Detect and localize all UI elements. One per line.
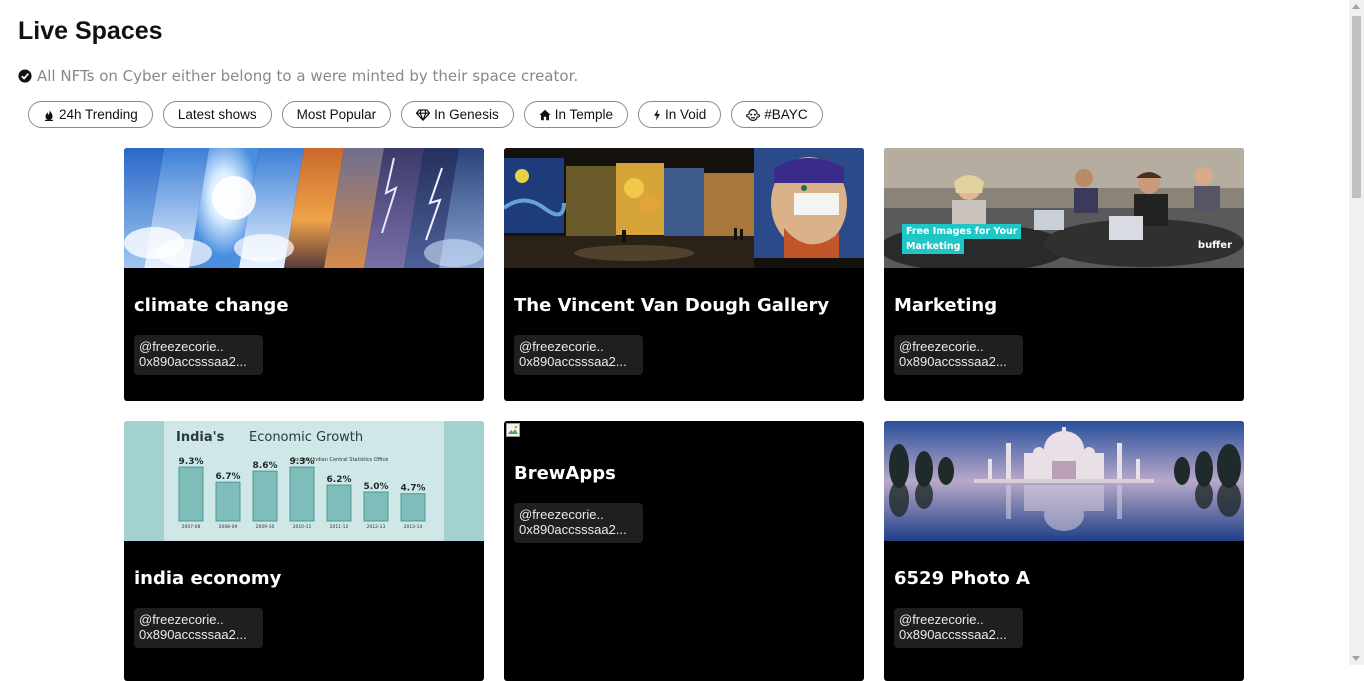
bar-value-label: 4.7%	[401, 484, 426, 494]
bar	[178, 466, 204, 522]
owner-address: 0x890accsssaa2...	[139, 627, 247, 642]
filter-bayc[interactable]: #BAYC	[731, 101, 823, 128]
space-card[interactable]: climate change @freezecorie.. 0x890accss…	[124, 148, 484, 401]
economic-growth-chart-image: India's Economic Growth Source: Indian C…	[124, 421, 484, 541]
flame-icon	[45, 109, 53, 121]
taj-mahal-image	[884, 421, 1244, 541]
scroll-up-arrow-icon[interactable]	[1352, 4, 1360, 9]
bolt-icon	[654, 108, 660, 121]
ape-icon	[746, 108, 761, 121]
space-card[interactable]: 6529 Photo A @freezecorie.. 0x890accsssa…	[884, 421, 1244, 681]
check-circle-icon	[18, 69, 32, 83]
bar-year-label: 2007-08	[182, 524, 201, 530]
filter-bar: 24h Trending Latest shows Most Popular I…	[28, 101, 823, 128]
filter-label: #BAYC	[764, 107, 808, 122]
chart-title-rest: Economic Growth	[249, 430, 363, 445]
space-title: BrewApps	[514, 463, 616, 484]
owner-address: 0x890accsssaa2...	[139, 354, 247, 369]
owner-badge[interactable]: @freezecorie.. 0x890accsssaa2...	[894, 335, 1023, 375]
bar-value-label: 9.3%	[179, 457, 204, 467]
scroll-down-arrow-icon[interactable]	[1352, 656, 1360, 661]
page-title: Live Spaces	[18, 17, 163, 45]
space-title: 6529 Photo A	[894, 568, 1030, 589]
owner-handle: @freezecorie..	[899, 339, 984, 354]
owner-badge[interactable]: @freezecorie.. 0x890accsssaa2...	[134, 608, 263, 648]
bar	[400, 493, 426, 522]
broken-image-icon	[506, 423, 520, 437]
home-icon	[539, 109, 551, 120]
owner-handle: @freezecorie..	[139, 339, 224, 354]
filter-label: In Void	[665, 107, 707, 122]
bar	[289, 466, 315, 522]
bar-value-label: 6.2%	[327, 475, 352, 485]
filter-latest-shows[interactable]: Latest shows	[162, 101, 272, 128]
bar	[252, 470, 278, 522]
space-card[interactable]: The Vincent Van Dough Gallery @freezecor…	[504, 148, 864, 401]
bar-year-label: 2012-13	[367, 524, 386, 530]
chart-title-bold: India's	[176, 430, 225, 445]
bar-year-label: 2009-10	[256, 524, 275, 530]
space-card[interactable]: Free Images for Your Marketing buffer Ma…	[884, 148, 1244, 401]
filter-in-genesis[interactable]: In Genesis	[401, 101, 514, 128]
bar	[326, 484, 352, 522]
bar-year-label: 2008-09	[219, 524, 238, 530]
filter-most-popular[interactable]: Most Popular	[281, 101, 392, 128]
owner-badge[interactable]: @freezecorie.. 0x890accsssaa2...	[894, 608, 1023, 648]
marketing-meeting-image: Free Images for Your Marketing buffer	[884, 148, 1244, 268]
bar	[215, 481, 241, 522]
bar-value-label: 8.6%	[253, 461, 278, 471]
owner-handle: @freezecorie..	[519, 507, 604, 522]
thumb-caption: Free Images for Your Marketing	[902, 224, 1022, 254]
bar-value-label: 5.0%	[364, 482, 389, 492]
owner-address: 0x890accsssaa2...	[899, 627, 1007, 642]
owner-handle: @freezecorie..	[519, 339, 604, 354]
space-card[interactable]: India's Economic Growth Source: Indian C…	[124, 421, 484, 681]
space-card[interactable]: BrewApps @freezecorie.. 0x890accsssaa2..…	[504, 421, 864, 681]
bar-year-label: 2013-14	[404, 524, 423, 530]
filter-in-void[interactable]: In Void	[638, 101, 722, 128]
space-title: climate change	[134, 295, 289, 316]
owner-address: 0x890accsssaa2...	[899, 354, 1007, 369]
bar	[363, 491, 389, 522]
owner-badge[interactable]: @freezecorie.. 0x890accsssaa2...	[514, 503, 643, 543]
bar-year-label: 2010-11	[293, 524, 312, 530]
buffer-logo: buffer	[1197, 240, 1232, 251]
vertical-scrollbar[interactable]	[1349, 0, 1364, 665]
filter-label: 24h Trending	[59, 107, 138, 122]
filter-24h-trending[interactable]: 24h Trending	[28, 101, 153, 128]
van-gogh-exhibit-image	[504, 148, 864, 268]
owner-badge[interactable]: @freezecorie.. 0x890accsssaa2...	[134, 335, 263, 375]
bar-value-label: 9.3%	[290, 457, 315, 467]
space-title: The Vincent Van Dough Gallery	[514, 295, 830, 316]
scrollbar-thumb[interactable]	[1352, 16, 1361, 198]
owner-handle: @freezecorie..	[139, 612, 224, 627]
subtitle: All NFTs on Cyber either belong to a wer…	[18, 67, 578, 85]
filter-label: In Genesis	[434, 107, 499, 122]
weather-collage-image	[124, 148, 484, 268]
space-title: india economy	[134, 568, 282, 589]
gem-icon	[416, 108, 431, 121]
owner-badge[interactable]: @freezecorie.. 0x890accsssaa2...	[514, 335, 643, 375]
owner-address: 0x890accsssaa2...	[519, 522, 627, 537]
filter-label: Most Popular	[296, 107, 377, 122]
space-title: Marketing	[894, 295, 998, 316]
subtitle-text: All NFTs on Cyber either belong to a wer…	[37, 67, 579, 85]
bar-year-label: 2011-12	[330, 524, 349, 530]
filter-in-temple[interactable]: In Temple	[523, 101, 628, 128]
filter-label: In Temple	[554, 107, 613, 122]
filter-label: Latest shows	[177, 107, 257, 122]
owner-address: 0x890accsssaa2...	[519, 354, 627, 369]
bar-value-label: 6.7%	[216, 472, 241, 482]
owner-handle: @freezecorie..	[899, 612, 984, 627]
